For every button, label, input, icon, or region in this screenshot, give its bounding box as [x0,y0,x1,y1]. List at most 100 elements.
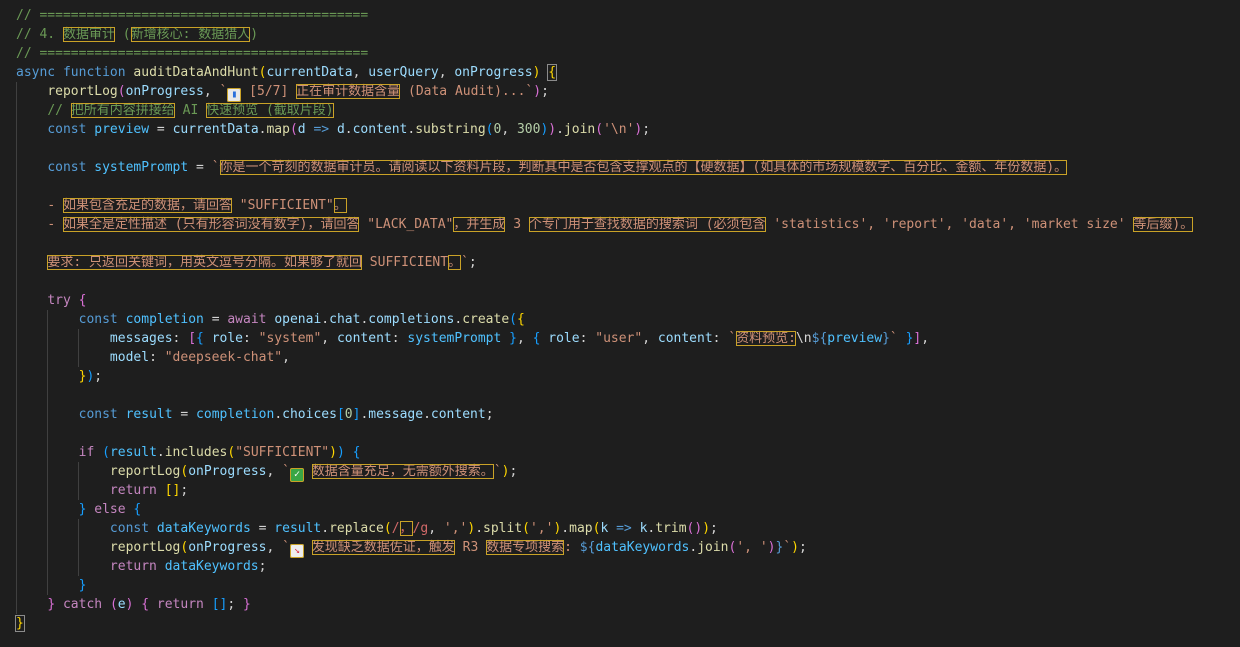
check-mark-icon: ✓ [289,468,304,482]
method: includes [164,445,228,460]
matched-bracket: { [547,64,558,81]
code-line: reportLog(onProgress, ` ↘ 发现缺乏数据佐证，触发 R3 … [0,538,1240,558]
comment: // [47,103,71,118]
code-line: const preview = currentData.map(d => d.c… [0,120,1240,139]
function-call: reportLog [109,464,181,479]
comment: ) [250,27,259,42]
code-line: const dataKeywords = result.replace(/，/g… [0,519,1240,538]
code-line: - 如果全是定性描述 (只有形容词没有数字)，请回答 "LACK_DATA"，并… [0,215,1240,234]
code-line: const result = completion.choices[0].mes… [0,405,1240,424]
string: 'statistics', 'report', 'data', 'market … [765,217,1134,232]
variable: onProgress [188,540,267,555]
code-line: // 4. 数据审计 (新增核心: 数据猎人) [0,25,1240,44]
number: 0 [344,407,353,422]
constant: completion [125,312,204,327]
matched-bracket: } [15,615,25,632]
constant: result [109,445,157,460]
constant: dataKeywords [156,521,251,536]
string: "LACK_DATA" [359,217,454,232]
property: completions [368,312,455,327]
comment: // =====================================… [16,8,369,23]
comment: AI [174,103,207,118]
code-line: } else { [0,500,1240,519]
string-highlight: 。 [448,255,462,270]
keyword: return [156,597,204,612]
keyword: const [78,312,118,327]
function-call: reportLog [47,84,118,99]
code-line: const systemPrompt = `你是一个苛刻的数据审计员。请阅读以下… [0,158,1240,177]
number: 300 [516,122,541,137]
string-highlight: 等后缀)。 [1133,217,1194,232]
parameter: currentData [266,65,353,80]
property: choices [282,407,337,422]
keyword: const [78,407,118,422]
code-line: return dataKeywords; [0,557,1240,576]
regex: /g [412,521,429,536]
keyword: else [94,502,126,517]
constant: dataKeywords [595,540,690,555]
string: SUFFICIENT [361,255,449,270]
method: create [462,312,510,327]
property: content [430,407,486,422]
code-line: }); [0,367,1240,386]
string-highlight: 个专门用于查找数据的搜索词 (必须包含 [528,217,766,232]
code-line [0,424,1240,443]
string-highlight: 如果包含充足的数据，请回答 [62,198,232,213]
string: "SUFFICIENT" [231,198,334,213]
code-line: const completion = await openai.chat.com… [0,310,1240,329]
code-line [0,139,1240,158]
string-highlight: 数据含量充足，无需额外搜索。 [311,464,494,479]
string-highlight: 。 [333,198,347,213]
method: replace [329,521,384,536]
function-call: reportLog [109,540,181,555]
string-highlight: 如果全是定性描述 (只有形容词没有数字)，请回答 [62,217,360,232]
property: chat [329,312,361,327]
property: role [548,331,580,346]
string: 3 [505,217,529,232]
comment: // =====================================… [16,46,369,61]
variable: openai [274,312,322,327]
string-highlight: 资料预览: [736,331,796,346]
property: model [109,350,150,365]
code-line [0,234,1240,253]
method: map [569,521,593,536]
constant: result [274,521,322,536]
comment: ( [114,27,131,42]
code-line: return []; [0,481,1240,500]
property: content [352,122,408,137]
code-line: model: "deepseek-chat", [0,348,1240,367]
constant: completion [196,407,275,422]
variable: e [117,597,126,612]
parameter: userQuery [368,65,439,80]
keyword: const [47,160,87,175]
string: "SUFFICIENT" [235,445,330,460]
keyword: if [78,445,95,460]
code-line: } catch (e) { return []; } [0,595,1240,614]
code-line: // =====================================… [0,6,1240,25]
comment-highlight: 新增核心: 数据猎人 [130,27,251,42]
method: substring [415,122,486,137]
constant: result [125,407,173,422]
code-line: async function auditDataAndHunt(currentD… [16,64,558,81]
property: content [657,331,713,346]
code-editor[interactable]: // =====================================… [0,0,1240,647]
constant: systemPrompt [407,331,502,346]
function-name: auditDataAndHunt [133,65,259,80]
keyword: catch [62,597,103,612]
property: role [211,331,243,346]
variable: k [600,521,609,536]
keyword: async [16,65,56,80]
code-line: } [0,576,1240,595]
regex: / [391,521,400,536]
constant: preview [827,331,883,346]
bar-chart-icon: ▮ [227,88,242,102]
string: : [564,540,580,555]
string-highlight: 发现缺乏数据佐证，触发 [311,540,455,555]
code-line: messages: [{ role: "system", content: sy… [0,329,1240,348]
code-line [0,272,1240,291]
variable: d [297,122,306,137]
keyword: function [62,65,126,80]
escape-sequence: \n [795,331,812,346]
string: - [47,198,63,213]
chart-decreasing-icon: ↘ [289,544,304,558]
